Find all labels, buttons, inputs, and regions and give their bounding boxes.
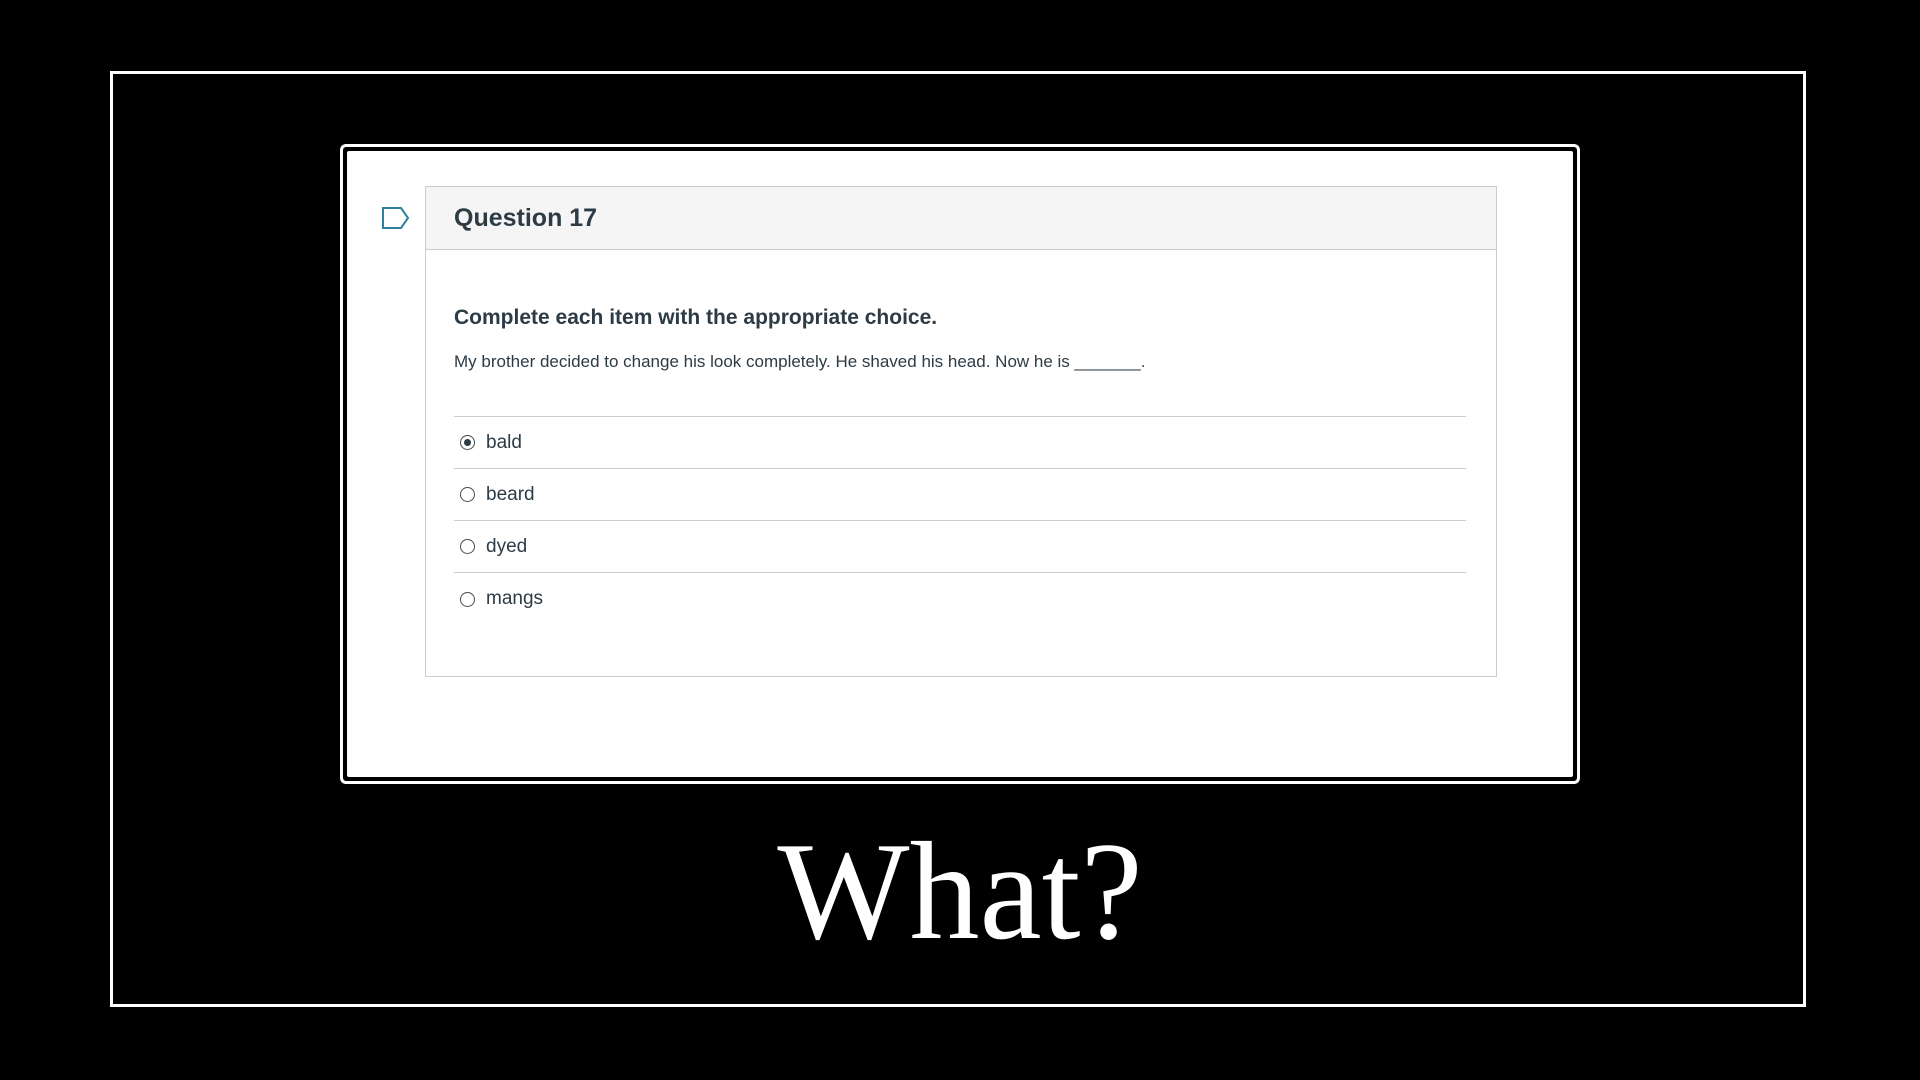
radio-button[interactable] (460, 591, 475, 607)
radio-button[interactable] (460, 435, 475, 450)
answer-label: mangs (486, 588, 544, 609)
answer-label: beard (486, 483, 535, 505)
answer-list: bald beard dyed mangs (454, 416, 1466, 625)
answer-option-dyed[interactable]: dyed (454, 521, 1466, 573)
answer-option-mangs[interactable]: mangs (454, 573, 1466, 625)
radio-selected-dot (464, 439, 471, 446)
question-title: Question 17 (454, 203, 598, 232)
question-instruction: Complete each item with the appropriate … (454, 306, 938, 329)
question-text: My brother decided to change his look co… (454, 352, 1146, 371)
question-body: Complete each item with the appropriate … (426, 250, 1496, 625)
answer-option-beard[interactable]: beard (454, 469, 1466, 521)
question-card: Question 17 Complete each item with the … (425, 186, 1497, 677)
radio-button[interactable] (460, 539, 475, 554)
quiz-page: Question 17 Complete each item with the … (347, 151, 1573, 777)
poster-caption: What? (777, 814, 1143, 969)
question-header: Question 17 (426, 187, 1496, 250)
radio-button[interactable] (460, 487, 475, 502)
answer-label: dyed (486, 535, 528, 557)
screenshot-panel: Question 17 Complete each item with the … (340, 144, 1580, 784)
answer-option-bald[interactable]: bald (454, 417, 1466, 469)
answer-label: bald (486, 431, 522, 453)
flag-icon[interactable] (381, 206, 411, 230)
